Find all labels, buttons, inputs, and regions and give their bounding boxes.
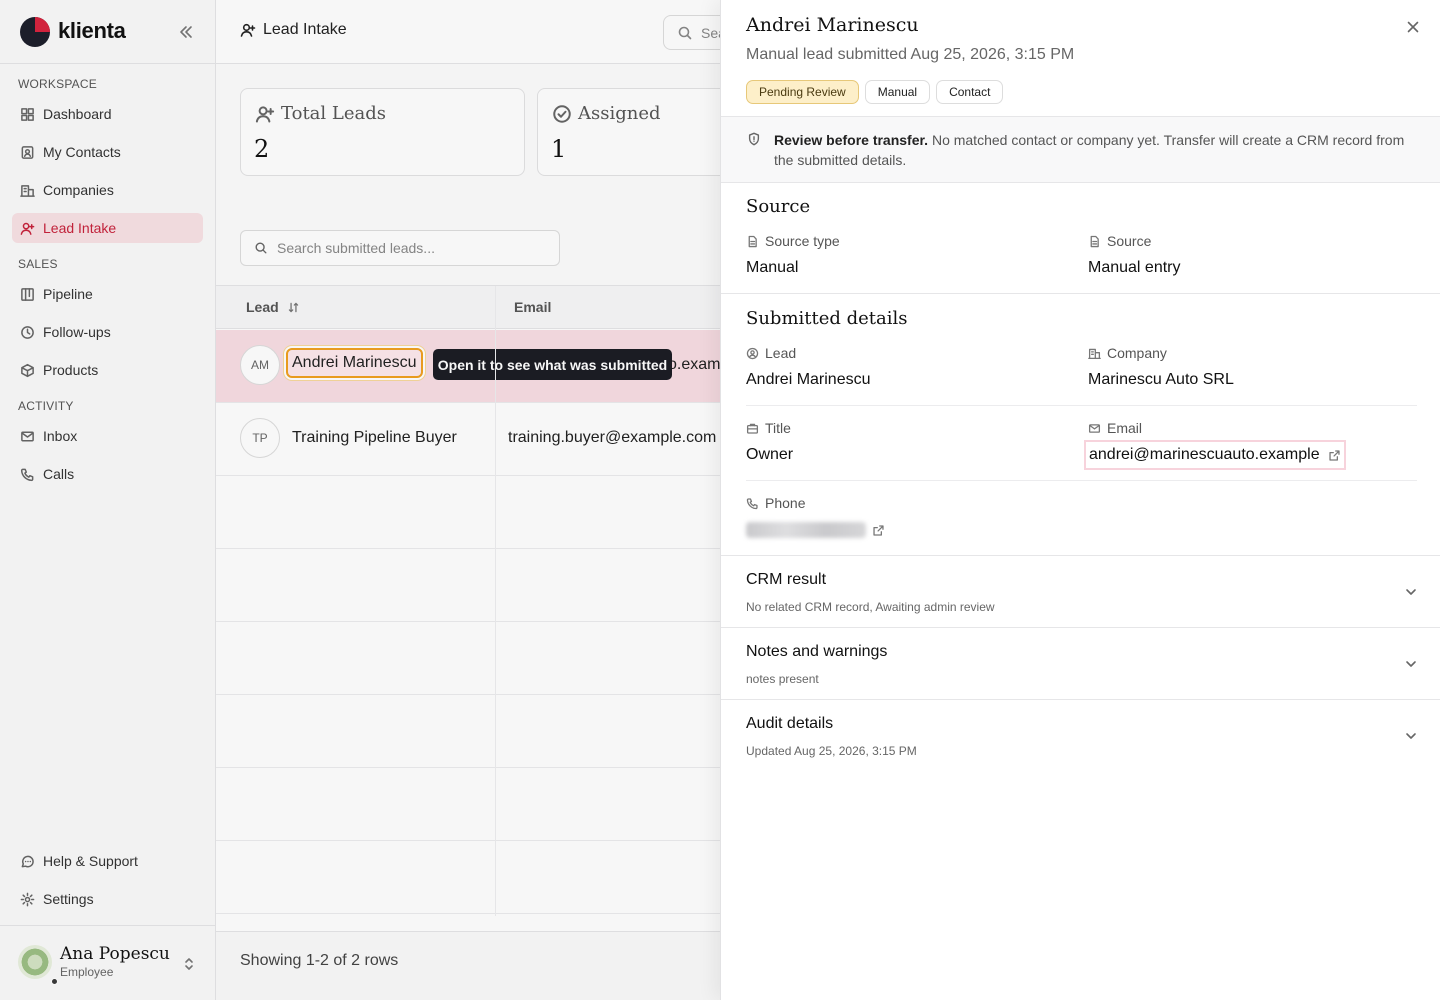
field-label-source: Source xyxy=(1088,233,1151,249)
status-badge-pending: Pending Review xyxy=(746,80,859,104)
user-circle-icon xyxy=(746,347,759,359)
external-link-icon[interactable] xyxy=(872,524,885,537)
field-label-company: Company xyxy=(1088,345,1167,361)
source-badge: Manual xyxy=(864,80,931,104)
banner-title: Review before transfer. xyxy=(774,132,929,148)
field-label-text: Title xyxy=(765,420,791,436)
divider xyxy=(746,480,1417,481)
field-label-text: Source type xyxy=(765,233,840,249)
drawer-subtitle: Manual lead submitted Aug 25, 2026, 3:15… xyxy=(746,46,1075,63)
field-value-email: andrei@marinescuauto.example xyxy=(1089,446,1320,463)
banner-text: Review before transfer. No matched conta… xyxy=(774,130,1414,170)
field-label-text: Lead xyxy=(765,345,797,361)
status-chips: Pending Review Manual Contact xyxy=(746,80,1004,104)
field-label-phone: Phone xyxy=(746,495,805,511)
chevron-down-icon[interactable] xyxy=(1403,656,1419,672)
field-value-source-type: Manual xyxy=(746,259,799,276)
divider xyxy=(721,293,1440,294)
external-link-icon[interactable] xyxy=(1328,449,1341,462)
field-label-lead: Lead xyxy=(746,345,796,361)
field-label-email: Email xyxy=(1088,420,1142,436)
field-value-title: Owner xyxy=(746,446,794,463)
briefcase-icon xyxy=(746,423,759,434)
section-heading-source: Source xyxy=(746,196,811,217)
field-label-text: Phone xyxy=(765,495,806,511)
divider xyxy=(721,699,1440,700)
field-label-text: Company xyxy=(1107,345,1167,361)
drawer-backdrop[interactable] xyxy=(0,0,720,1000)
drawer-title: Andrei Marinescu xyxy=(746,14,919,36)
lead-detail-drawer: Andrei Marinescu Manual lead submitted A… xyxy=(720,0,1440,1000)
shield-icon xyxy=(748,132,760,146)
column-divider xyxy=(495,286,496,916)
divider xyxy=(746,405,1417,406)
field-label-title: Title xyxy=(746,420,791,436)
accordion-crm-result-summary: No related CRM record, Awaiting admin re… xyxy=(746,600,995,614)
divider xyxy=(721,627,1440,628)
field-label-text: Source xyxy=(1107,233,1152,249)
divider xyxy=(721,555,1440,556)
review-banner: Review before transfer. No matched conta… xyxy=(721,116,1440,183)
field-label-text: Email xyxy=(1107,420,1143,436)
document-icon xyxy=(1090,235,1099,247)
chevron-down-icon[interactable] xyxy=(1403,728,1419,744)
phone-icon xyxy=(746,497,758,509)
building-icon xyxy=(1088,348,1101,359)
field-value-source: Manual entry xyxy=(1088,259,1181,276)
field-value-lead: Andrei Marinescu xyxy=(746,371,871,388)
close-icon[interactable] xyxy=(1405,19,1421,35)
field-label-source-type: Source type xyxy=(746,233,840,249)
accordion-audit-title[interactable]: Audit details xyxy=(746,715,833,733)
document-icon xyxy=(748,235,757,247)
accordion-crm-result-title[interactable]: CRM result xyxy=(746,571,826,589)
accordion-audit-summary: Updated Aug 25, 2026, 3:15 PM xyxy=(746,744,917,758)
field-value-phone-redacted xyxy=(746,522,866,538)
email-link[interactable]: andrei@marinescuauto.example xyxy=(1084,440,1346,470)
accordion-notes-summary: notes present xyxy=(746,672,819,686)
section-heading-submitted: Submitted details xyxy=(746,308,908,329)
type-badge: Contact xyxy=(936,80,1004,104)
accordion-notes-title[interactable]: Notes and warnings xyxy=(746,643,887,661)
field-value-company: Marinescu Auto SRL xyxy=(1088,371,1234,388)
app-root: klienta WORKSPACE Dashboard My Contacts … xyxy=(0,0,1440,1000)
chevron-down-icon[interactable] xyxy=(1403,584,1419,600)
mail-icon xyxy=(1088,423,1101,433)
